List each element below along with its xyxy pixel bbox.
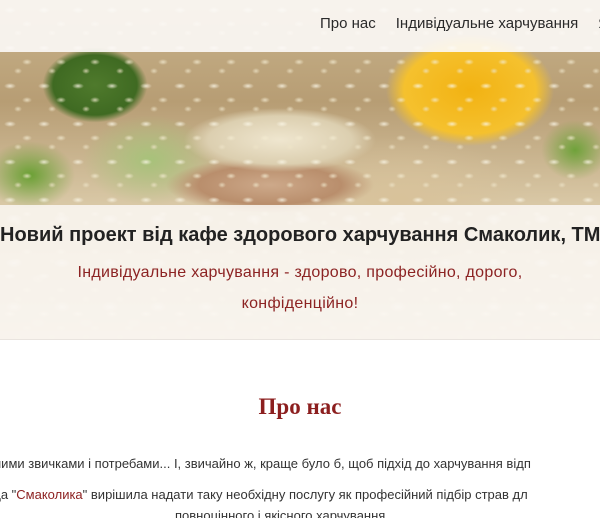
about-heading: Про нас	[258, 394, 342, 419]
hero-title: Новий проект від кафе здорового харчуван…	[0, 224, 600, 246]
brand-link[interactable]: Смаколика	[16, 487, 82, 502]
about-text-line: ада "Смаколика" вирішила надати таку нео…	[0, 487, 528, 503]
about-text-suffix: " вирішила надати таку необхідну послугу…	[82, 487, 528, 502]
top-navbar: Про нас Індивідуальне харчування Як	[0, 0, 600, 52]
hero-band: Новий проект від кафе здорового харчуван…	[0, 205, 600, 340]
about-text-line: повноцінного і якісного харчування.	[175, 508, 389, 518]
hero-subtitle: Індивідуальне харчування - здорово, проф…	[77, 264, 523, 312]
about-text-line: ними звичками і потребами... І, звичайно…	[0, 456, 531, 471]
main-nav: Про нас Індивідуальне харчування Як	[320, 15, 600, 33]
nav-link-about[interactable]: Про нас	[320, 15, 376, 33]
nav-link-individual-nutrition[interactable]: Індивідуальне харчування	[396, 15, 579, 33]
about-text-prefix: ада "	[0, 487, 17, 502]
